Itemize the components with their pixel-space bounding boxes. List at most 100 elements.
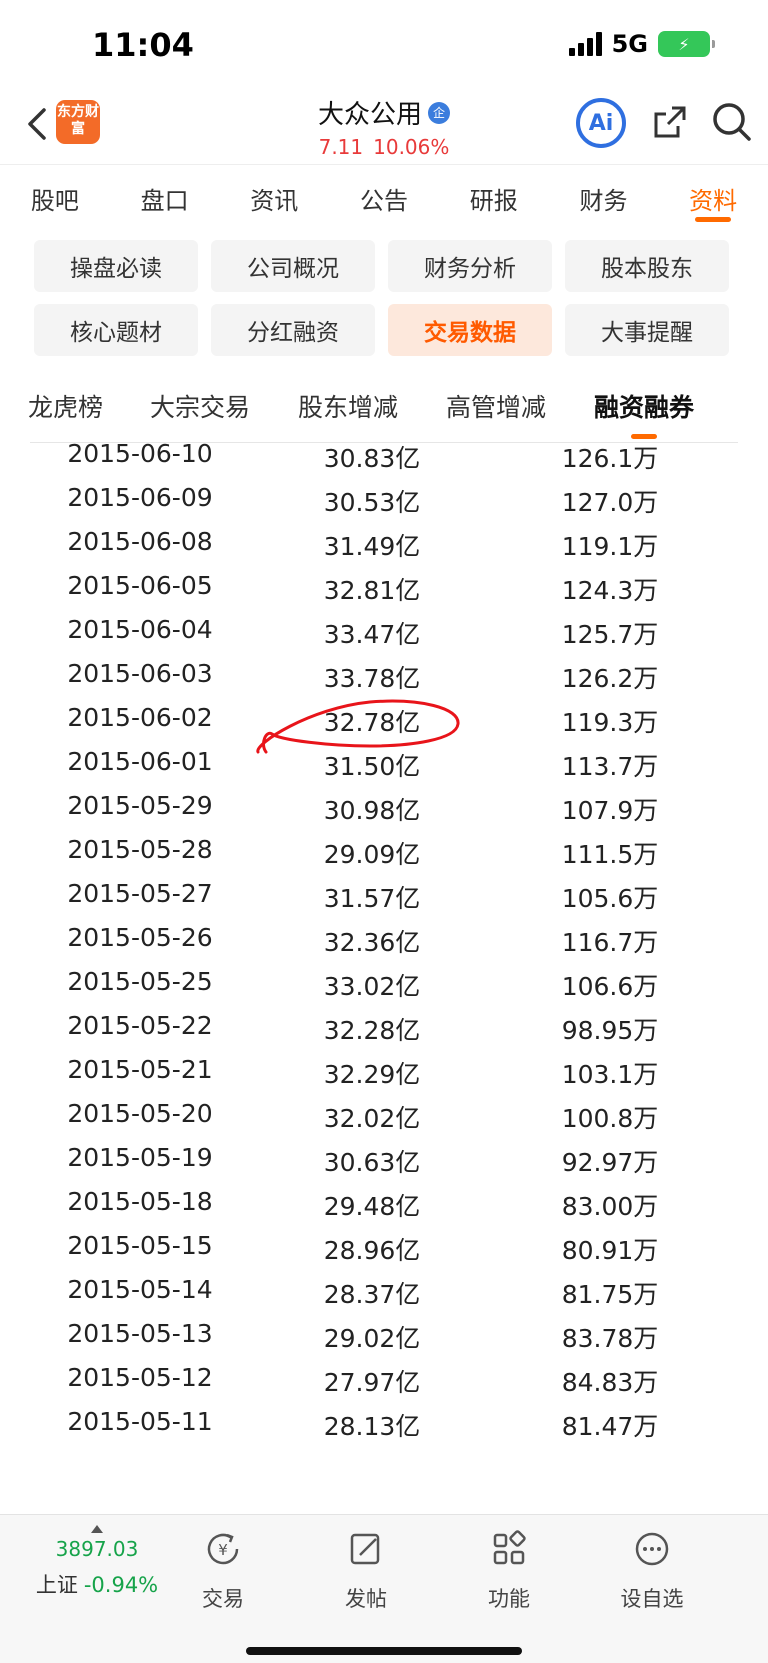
back-button[interactable] xyxy=(22,102,54,146)
balance-cell: 28.96亿 xyxy=(323,1236,421,1265)
balance-cell: 29.48亿 xyxy=(323,1192,421,1221)
balance-cell: 30.98亿 xyxy=(323,796,421,825)
nav-function-button[interactable]: 功能 xyxy=(454,1529,564,1613)
balance-cell: 30.63亿 xyxy=(323,1148,421,1177)
subtab-holder-change[interactable]: 股东增减 xyxy=(298,388,398,424)
search-button[interactable] xyxy=(710,100,754,144)
volume-cell: 80.91万 xyxy=(561,1236,659,1265)
main-tabs: 股吧 盘口 资讯 公告 研报 财务 资料 xyxy=(0,164,768,226)
nav-label: 发帖 xyxy=(345,1587,387,1611)
chevron-left-icon xyxy=(28,108,46,140)
balance-cell: 31.50亿 xyxy=(323,752,421,781)
date-cell: 2015-06-09 xyxy=(67,483,213,512)
volume-cell: 107.9万 xyxy=(561,796,659,825)
index-name: 上证 xyxy=(35,1573,78,1597)
market-index-widget[interactable]: 3897.03 上证 -0.94% xyxy=(22,1525,172,1599)
section-button[interactable]: 大事提醒 xyxy=(565,304,729,356)
balance-cell: 29.09亿 xyxy=(323,840,421,869)
date-cell: 2015-05-25 xyxy=(67,967,213,996)
function-icon xyxy=(493,1530,526,1565)
stock-quote: 7.11 10.06% xyxy=(250,135,518,159)
volume-cell: 126.2万 xyxy=(561,664,659,693)
margin-trading-table[interactable]: 2015-06-10 30.83亿 126.1万 2015-06-09 30.53亿 12… xyxy=(30,442,738,1514)
eastmoney-logo[interactable]: 东方财富 xyxy=(56,100,100,144)
tab-profile[interactable]: 资料 xyxy=(658,165,768,226)
add-watchlist-icon xyxy=(635,1532,669,1566)
date-cell: 2015-06-04 xyxy=(67,615,213,644)
share-button[interactable] xyxy=(650,102,690,142)
date-cell: 2015-05-20 xyxy=(67,1099,213,1128)
stock-price: 7.11 xyxy=(318,135,364,159)
expand-arrow-icon xyxy=(91,1525,103,1533)
volume-cell: 81.75万 xyxy=(561,1280,659,1309)
subtab-dragon-tiger[interactable]: 龙虎榜 xyxy=(28,388,103,424)
date-cell: 2015-05-22 xyxy=(67,1011,213,1040)
table-row: 2015-05-19 30.63亿 92.97万 xyxy=(30,1135,738,1181)
index-value: 3897.03 xyxy=(55,1537,139,1561)
post-icon xyxy=(350,1533,380,1565)
volume-cell: 83.00万 xyxy=(561,1192,659,1221)
home-indicator xyxy=(246,1647,522,1655)
balance-cell: 28.37亿 xyxy=(323,1280,421,1309)
stock-name: 大众公用 xyxy=(317,100,422,130)
share-icon xyxy=(654,106,686,138)
section-button[interactable]: 分红融资 xyxy=(211,304,375,356)
section-button[interactable]: 操盘必读 xyxy=(34,240,198,292)
nav-label: 功能 xyxy=(488,1587,530,1611)
tab-research[interactable]: 研报 xyxy=(439,165,549,226)
subtab-executive-change[interactable]: 高管增减 xyxy=(446,388,546,424)
table-row: 2015-05-14 28.37亿 81.75万 xyxy=(30,1267,738,1313)
search-icon xyxy=(713,103,751,141)
subtab-margin-trading[interactable]: 融资融券 xyxy=(594,388,694,424)
date-cell: 2015-05-18 xyxy=(67,1187,213,1216)
date-cell: 2015-06-05 xyxy=(67,571,213,600)
balance-cell: 32.36亿 xyxy=(323,928,421,957)
volume-cell: 92.97万 xyxy=(561,1148,659,1177)
section-button-trading-data[interactable]: 交易数据 xyxy=(388,304,552,356)
stock-name-line: 大众公用 企 xyxy=(318,94,450,131)
balance-cell: 32.28亿 xyxy=(323,1016,421,1045)
section-button[interactable]: 股本股东 xyxy=(565,240,729,292)
volume-cell: 100.8万 xyxy=(561,1104,659,1133)
date-cell: 2015-05-29 xyxy=(67,791,213,820)
tab-pankou[interactable]: 盘口 xyxy=(110,165,220,226)
balance-cell: 32.29亿 xyxy=(323,1060,421,1089)
volume-cell: 98.95万 xyxy=(561,1016,659,1045)
volume-cell: 124.3万 xyxy=(561,576,659,605)
table-row: 2015-05-15 28.96亿 80.91万 xyxy=(30,1223,738,1269)
status-time: 11:04 xyxy=(92,26,194,64)
table-row: 2015-05-28 29.09亿 111.5万 xyxy=(30,827,738,873)
balance-cell: 31.57亿 xyxy=(323,884,421,913)
table-row: 2015-05-29 30.98亿 107.9万 xyxy=(30,783,738,829)
nav-post-button[interactable]: 发帖 xyxy=(311,1529,421,1613)
balance-cell: 30.83亿 xyxy=(323,444,421,473)
date-cell: 2015-05-11 xyxy=(67,1407,213,1436)
svg-text:¥: ¥ xyxy=(218,1541,228,1559)
nav-add-watchlist-button[interactable]: 设自选 xyxy=(597,1529,707,1613)
volume-cell: 127.0万 xyxy=(561,488,659,517)
stock-header: 东方财富 大众公用 企 7.11 10.06% Ai xyxy=(0,90,768,164)
nav-label: 设自选 xyxy=(620,1587,684,1611)
battery-charging-icon: ⚡ xyxy=(658,31,715,57)
section-button[interactable]: 核心题材 xyxy=(34,304,198,356)
volume-cell: 103.1万 xyxy=(561,1060,659,1089)
nav-trade-button[interactable]: ¥ 交易 xyxy=(168,1529,278,1613)
cellular-signal-icon xyxy=(568,32,602,56)
volume-cell: 111.5万 xyxy=(561,840,659,869)
status-indicators: 5G ⚡ xyxy=(568,30,715,58)
section-button[interactable]: 公司概况 xyxy=(211,240,375,292)
tab-finance[interactable]: 财务 xyxy=(549,165,659,226)
tab-news[interactable]: 资讯 xyxy=(219,165,329,226)
tab-announcements[interactable]: 公告 xyxy=(329,165,439,226)
table-row: 2015-05-25 33.02亿 106.6万 xyxy=(30,959,738,1005)
subtab-block-trade[interactable]: 大宗交易 xyxy=(150,388,250,424)
section-button[interactable]: 财务分析 xyxy=(388,240,552,292)
table-row: 2015-06-05 32.81亿 124.3万 xyxy=(30,563,738,609)
ai-assistant-button[interactable]: Ai xyxy=(576,98,626,148)
balance-cell: 33.78亿 xyxy=(323,664,421,693)
volume-cell: 81.47万 xyxy=(561,1412,659,1441)
tab-guba[interactable]: 股吧 xyxy=(0,165,110,226)
enterprise-badge-icon: 企 xyxy=(428,101,450,124)
date-cell: 2015-05-27 xyxy=(67,879,213,908)
date-cell: 2015-05-15 xyxy=(67,1231,213,1260)
